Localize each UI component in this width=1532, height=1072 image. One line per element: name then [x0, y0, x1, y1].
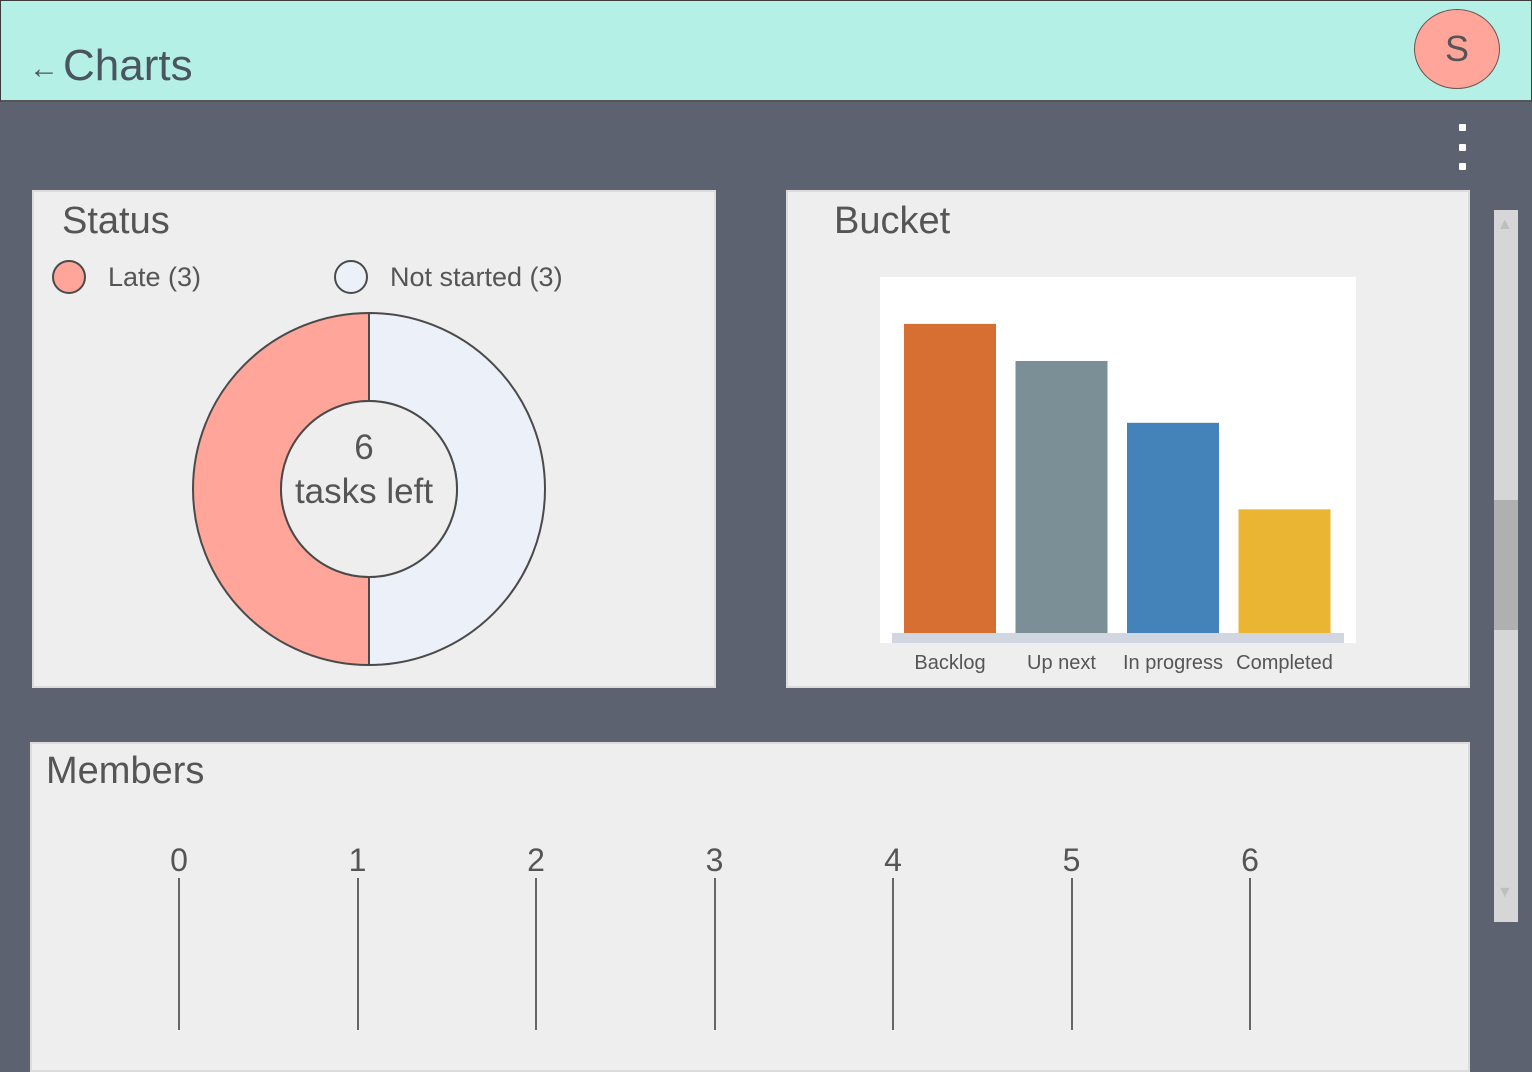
bar-backlog[interactable]	[904, 323, 996, 633]
bucket-panel: Bucket Backlog Up next In progress Complete…	[786, 190, 1470, 688]
bar-up-next[interactable]	[1015, 361, 1108, 633]
kebab-dot	[1458, 143, 1466, 151]
legend-item-late[interactable]: Late (3)	[52, 260, 201, 294]
members-title: Members	[46, 750, 205, 792]
legend-swatch-late	[52, 260, 86, 294]
page-title: Charts	[63, 41, 193, 90]
members-gridline-1	[356, 878, 359, 1030]
members-gridline-6	[1249, 878, 1251, 1030]
members-gridline-2	[535, 878, 537, 1030]
back-button[interactable]: ← Charts	[29, 41, 193, 91]
members-gridline-4	[892, 878, 894, 1030]
legend-label-late: Late (3)	[108, 261, 202, 292]
avatar-initial: S	[1444, 28, 1469, 69]
members-gridline-0	[178, 878, 180, 1030]
bucket-label-backlog: Backlog	[914, 652, 986, 674]
members-tick-label-5: 5	[1062, 842, 1081, 878]
bucket-x-axis	[892, 633, 1344, 643]
members-gridline-5	[1070, 878, 1073, 1030]
donut-center-label: 6 tasks left	[214, 426, 514, 514]
bucket-label-up-next: Up next	[1027, 652, 1096, 674]
members-tick-label-3: 3	[705, 842, 724, 878]
legend-item-not-started[interactable]: Not started (3)	[334, 260, 563, 294]
back-arrow-icon: ←	[29, 52, 59, 85]
legend-swatch-not-started	[334, 260, 368, 294]
members-tick-label-2: 2	[527, 842, 545, 878]
kebab-dot	[1458, 163, 1466, 170]
scroll-down-icon[interactable]: ▼	[1497, 884, 1513, 902]
tasks-left-text: tasks left	[294, 472, 434, 511]
bar-completed[interactable]	[1238, 509, 1331, 633]
tasks-left-count: 6	[354, 428, 374, 467]
bucket-title: Bucket	[834, 200, 951, 242]
members-tick-label-4: 4	[884, 842, 902, 878]
bucket-label-in-progress: In progress	[1122, 652, 1224, 674]
status-title: Status	[62, 200, 170, 242]
status-panel: Status Late (3) Not started (3) 6 tasks …	[32, 190, 716, 688]
kebab-dot	[1458, 124, 1466, 131]
scroll-up-icon[interactable]: ▲	[1497, 216, 1513, 234]
legend-label-not-started: Not started (3)	[390, 261, 563, 292]
avatar[interactable]: S	[1414, 9, 1500, 89]
app-header: ← Charts S	[0, 0, 1532, 102]
bucket-label-completed: Completed	[1236, 652, 1333, 674]
bar-in-progress[interactable]	[1127, 422, 1219, 633]
members-tick-label-0: 0	[170, 842, 188, 878]
more-options-icon[interactable]	[1450, 124, 1474, 170]
members-tick-label-6: 6	[1241, 842, 1259, 878]
vertical-scrollbar[interactable]: ▲ ▼	[1494, 210, 1518, 922]
members-gridline-3	[713, 878, 716, 1030]
members-tick-label-1: 1	[348, 842, 367, 878]
bucket-chart-area	[880, 277, 1356, 643]
bucket-bar-chart	[892, 323, 1344, 643]
scroll-thumb[interactable]	[1494, 500, 1518, 630]
members-panel: Members 0 1 2 3 4 5 6	[30, 742, 1470, 1072]
